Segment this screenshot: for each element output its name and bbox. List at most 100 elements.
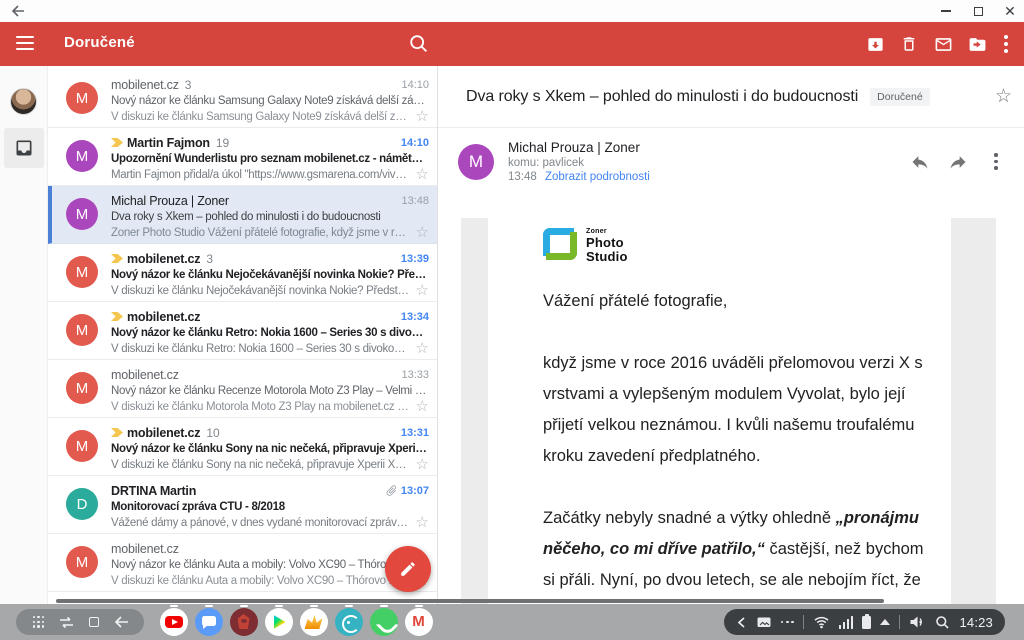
more-status-icon [781, 621, 794, 624]
close-button[interactable]: ✕ [1002, 3, 1018, 19]
mark-unread-icon[interactable] [926, 33, 960, 55]
message-menu-icon[interactable] [984, 150, 1008, 174]
thread-count: 19 [216, 136, 229, 150]
overflow-menu-icon[interactable] [994, 33, 1018, 55]
email-time: 13:48 [508, 171, 537, 183]
restore-button[interactable] [970, 3, 986, 19]
inbox-shortcut[interactable] [4, 128, 44, 168]
reading-pane: Dva roky s Xkem – pohled do minulosti i … [437, 66, 1024, 604]
shelf-apps [156, 608, 436, 636]
email-time: 13:48 [401, 195, 429, 207]
email-time: 13:34 [401, 311, 429, 323]
sender-name: mobilenet.cz [111, 78, 179, 92]
screenshot-icon [756, 615, 772, 629]
sender-name: mobilenet.cz [127, 426, 200, 440]
recipient: komu: pavlicek [508, 157, 650, 169]
youtube-icon[interactable] [160, 608, 188, 636]
email-subject: Dva roky s Xkem – pohled do minulosti i … [466, 88, 858, 106]
email-subject: Nový názor ke článku Samsung Galaxy Note… [111, 95, 429, 107]
account-avatar[interactable] [10, 88, 37, 115]
email-subject: Monitorovací zpráva ČTÚ - 8/2018 [111, 501, 429, 513]
battery-icon [862, 616, 871, 629]
star-icon[interactable]: ☆ [416, 341, 429, 356]
avatar[interactable]: M [66, 140, 98, 172]
forward-icon[interactable] [946, 150, 970, 174]
avatar[interactable]: M [66, 372, 98, 404]
delete-icon[interactable] [892, 33, 926, 55]
star-icon[interactable]: ☆ [416, 225, 429, 240]
avatar[interactable]: M [66, 546, 98, 578]
zoner-photo-studio-logo: Zoner Photo Studio [543, 228, 925, 262]
messages-icon[interactable] [195, 608, 223, 636]
star-icon[interactable]: ☆ [416, 167, 429, 182]
appbar: Doručené [0, 22, 1024, 66]
email-snippet: Zoner Photo Studio Vážení přátelé fotogr… [111, 227, 412, 239]
avatar[interactable]: M [66, 430, 98, 462]
show-details-link[interactable]: Zobrazit podrobnosti [545, 171, 650, 183]
sender-avatar[interactable]: M [458, 144, 494, 180]
overview-icon[interactable] [57, 613, 75, 631]
email-row[interactable]: Mmobilenet.cz313:39Nový názor ke článku … [48, 244, 437, 302]
star-icon[interactable]: ☆ [416, 457, 429, 472]
email-row[interactable]: Mmobilenet.cz314:10Nový názor ke článku … [48, 70, 437, 128]
sender-name: Michal Prouza | Zoner [508, 140, 650, 155]
email-time: 14:10 [401, 79, 429, 91]
reply-icon[interactable] [908, 150, 932, 174]
sender-name: Michal Prouza | Zoner [111, 194, 229, 208]
gmail-icon[interactable] [405, 608, 433, 636]
move-to-icon[interactable] [960, 33, 994, 55]
status-tray[interactable]: 14:23 [724, 609, 1005, 635]
avatar[interactable]: M [66, 82, 98, 114]
avatar[interactable]: M [66, 256, 98, 288]
avatar[interactable]: D [66, 488, 98, 520]
search-icon[interactable] [408, 33, 430, 55]
spiral-app-icon[interactable] [335, 608, 363, 636]
horizontal-scrollbar[interactable] [56, 599, 884, 603]
launcher-icon[interactable] [30, 613, 48, 631]
play-store-icon[interactable] [265, 608, 293, 636]
wifi-icon [813, 615, 830, 629]
compose-button[interactable] [385, 546, 431, 592]
avatar[interactable]: M [66, 198, 98, 230]
menu-icon[interactable] [16, 36, 34, 50]
antutu-icon[interactable] [230, 608, 258, 636]
body-margin-right [951, 218, 996, 604]
star-icon[interactable]: ☆ [416, 515, 429, 530]
avatar[interactable]: M [66, 314, 98, 346]
thread-count: 10 [206, 426, 219, 440]
email-row[interactable]: Mmobilenet.cz13:34Nový názor ke článku R… [48, 302, 437, 360]
email-snippet: V diskuzi ke článku Nejočekávanější novi… [111, 285, 412, 297]
sender-name: DRTINA Martin [111, 484, 196, 498]
star-icon[interactable]: ☆ [995, 85, 1012, 108]
star-icon[interactable]: ☆ [416, 399, 429, 414]
important-marker-icon [111, 254, 123, 263]
email-snippet: V diskuzi ke článku Motorola Moto Z3 Pla… [111, 401, 412, 413]
phone-icon[interactable] [370, 608, 398, 636]
caret-up-icon [880, 619, 890, 625]
fullscreen-icon[interactable] [85, 613, 103, 631]
email-subject: Nový názor ke článku Nejočekávanější nov… [111, 269, 429, 281]
sender-name: mobilenet.cz [111, 542, 179, 556]
email-subject: Upozornění Wunderlistu pro seznam mobile… [111, 153, 429, 165]
window-back-icon[interactable] [8, 2, 28, 20]
flame-app-icon[interactable] [300, 608, 328, 636]
email-row[interactable]: MMartin Fajmon1914:10Upozornění Wunderli… [48, 128, 437, 186]
email-snippet: V diskuzi ke článku Auta a mobily: Volvo… [111, 575, 412, 587]
email-row[interactable]: Mmobilenet.cz1013:31Nový názor ke článku… [48, 418, 437, 476]
email-time: 13:07 [401, 485, 429, 497]
star-icon[interactable]: ☆ [416, 109, 429, 124]
email-row[interactable]: MMichal Prouza | Zoner13:48Dva roky s Xk… [48, 186, 437, 244]
archive-icon[interactable] [858, 33, 892, 55]
volume-icon [909, 615, 926, 629]
back-icon[interactable] [112, 613, 130, 631]
zoner-logo-mark [543, 228, 579, 260]
minimize-button[interactable] [938, 3, 954, 19]
email-row[interactable]: Mmobilenet.cz13:33Nový názor ke článku R… [48, 360, 437, 418]
running-indicator [310, 605, 318, 607]
window-titlebar: ✕ [0, 0, 1024, 22]
star-icon[interactable]: ☆ [416, 283, 429, 298]
sender-name: mobilenet.cz [127, 310, 200, 324]
email-row[interactable]: D DRTINA Martin 13:07 Monitorovací zpráva Č… [48, 476, 437, 534]
inbox-badge: Doručené [870, 88, 930, 106]
email-row[interactable]: Mmobilenet.czNový názor ke článku Auta a… [48, 534, 437, 592]
